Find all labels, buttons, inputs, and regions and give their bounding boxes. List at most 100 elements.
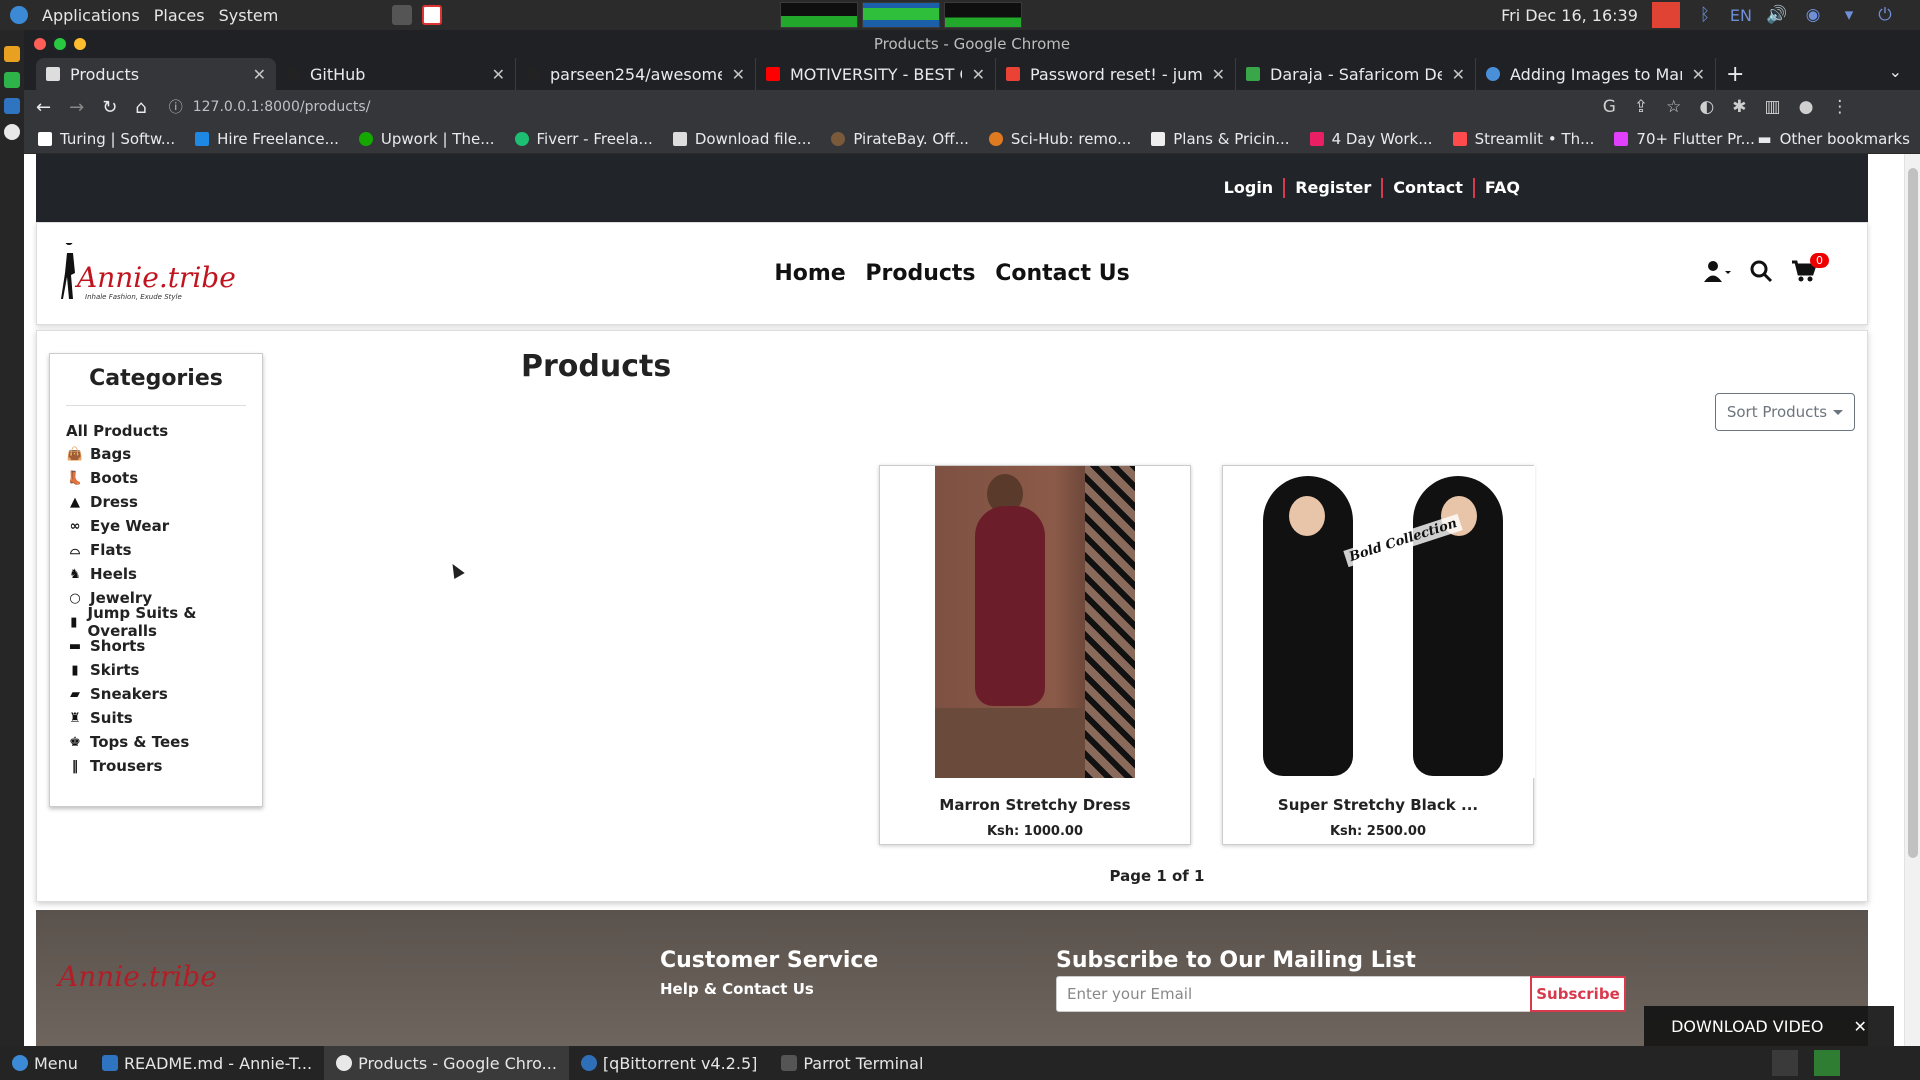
close-tab-icon[interactable]: ✕ [1452,65,1465,84]
anydesk-tray-icon[interactable] [1651,2,1680,28]
browser-menu-icon[interactable]: ⋮ [1831,97,1848,117]
cart-icon[interactable]: 0 [1791,253,1829,289]
tab-markdown-images[interactable]: Adding Images to Markd ✕ [1476,58,1716,90]
tab-daraja[interactable]: Daraja - Safaricom Devel ✕ [1236,58,1476,90]
help-contact-link[interactable]: Help & Contact Us [660,980,814,998]
close-tab-icon[interactable]: ✕ [972,65,985,84]
profile-avatar-icon[interactable]: ● [1799,97,1814,117]
pycharm-icon[interactable] [4,72,20,88]
close-window-icon[interactable] [34,38,46,50]
taskbar-item-qbittorrent[interactable]: [qBittorrent v4.2.5] [569,1046,769,1080]
side-panel-icon[interactable]: ▥ [1765,97,1781,117]
category-all-products[interactable]: All Products [66,422,246,440]
product-image[interactable] [935,466,1135,778]
reload-icon[interactable]: ↻ [102,97,117,118]
other-bookmarks[interactable]: ▬ Other bookmarks [1757,130,1910,148]
page-scrollbar[interactable] [1904,154,1920,1046]
bookmark-streamlit[interactable]: Streamlit • Th... [1452,130,1594,148]
close-tab-icon[interactable]: ✕ [1692,65,1705,84]
chrome-icon[interactable] [4,124,20,140]
category-suits[interactable]: ♜ Suits [66,706,246,730]
category-tops-tees[interactable]: ♚ Tops & Tees [66,730,246,754]
taskbar-item-vscode[interactable]: README.md - Annie-T... [90,1046,324,1080]
menu-places[interactable]: Places [154,6,205,25]
workspace-2-icon[interactable] [1814,1050,1840,1076]
new-tab-icon[interactable]: + [1726,62,1744,87]
url-text[interactable]: 127.0.0.1:8000/products/ [193,99,371,115]
nav-contact-us[interactable]: Contact Us [995,261,1129,286]
taskbar-item-terminal[interactable]: Parrot Terminal [769,1046,935,1080]
taskbar-menu[interactable]: Menu [0,1046,90,1080]
tab-awesome-repo[interactable]: parseen254/awesome-ru ✕ [516,58,756,90]
nav-home[interactable]: Home [774,261,845,286]
scrollbar-thumb[interactable] [1908,168,1918,858]
back-icon[interactable]: ← [36,97,51,118]
power-icon[interactable]: ⏻ [1874,5,1896,25]
contact-link[interactable]: Contact [1381,178,1473,198]
bluetooth-icon[interactable]: ᛒ [1694,5,1716,25]
register-link[interactable]: Register [1283,178,1381,198]
parrot-os-logo-icon[interactable] [10,6,28,24]
download-video-label[interactable]: DOWNLOAD VIDEO [1671,1017,1823,1036]
footer-logo[interactable]: Annie.tribe [58,960,217,993]
product-card[interactable]: Marron Stretchy Dress Ksh: 1000.00 [879,465,1191,845]
category-dress[interactable]: ▲ Dress [66,490,246,514]
bookmark-hire-freelance[interactable]: Hire Freelance... [195,130,339,148]
keyboard-layout[interactable]: EN [1730,6,1752,25]
bookmark-4-day-work[interactable]: 4 Day Work... [1309,130,1433,148]
close-tab-icon[interactable]: ✕ [492,65,505,84]
wifi-icon[interactable]: ▾ [1838,5,1860,25]
close-icon[interactable]: ✕ [1854,1017,1867,1036]
close-tab-icon[interactable]: ✕ [732,65,745,84]
bookmark-scihub[interactable]: Sci-Hub: remo... [988,130,1131,148]
bookmark-fiverr[interactable]: Fiverr - Freela... [514,130,653,148]
nav-products[interactable]: Products [865,261,975,286]
category-heels[interactable]: ♞ Heels [66,562,246,586]
terminal-launcher-icon[interactable] [392,5,413,25]
category-skirts[interactable]: ▮ Skirts [66,658,246,682]
category-bags[interactable]: 👜 Bags [66,442,246,466]
tab-github[interactable]: GitHub ✕ [276,58,516,90]
home-icon[interactable]: ⌂ [135,97,146,118]
category-eye-wear[interactable]: ∞ Eye Wear [66,514,246,538]
sort-products-dropdown[interactable]: Sort Products [1715,393,1855,431]
forward-icon[interactable]: → [69,97,84,118]
bookmark-piratebay[interactable]: PirateBay. Off... [831,130,969,148]
text-editor-launcher-icon[interactable] [422,5,443,25]
tab-gmail[interactable]: Password reset! - jumaa ✕ [996,58,1236,90]
bookmark-star-icon[interactable]: ☆ [1666,97,1681,117]
search-icon[interactable] [1749,259,1773,289]
category-flats[interactable]: ⌓ Flats [66,538,246,562]
extensions-puzzle-icon[interactable]: ✱ [1732,97,1746,117]
tab-products[interactable]: Products ✕ [36,58,276,90]
minimize-window-icon[interactable] [74,38,86,50]
category-jump-suits[interactable]: ▮ Jump Suits & Overalls [66,604,246,640]
faq-link[interactable]: FAQ [1472,178,1530,198]
category-boots[interactable]: 👢 Boots [66,466,246,490]
bookmark-plans-pricing[interactable]: Plans & Pricin... [1151,130,1290,148]
user-dropdown-icon[interactable] [1703,259,1731,289]
extension-icon[interactable]: ◐ [1699,97,1714,117]
product-name[interactable]: Marron Stretchy Dress [880,796,1190,814]
bookmark-download-file[interactable]: Download file... [672,130,811,148]
email-input[interactable]: Enter your Email [1056,976,1534,1012]
login-link[interactable]: Login [1214,178,1284,198]
bookmark-upwork[interactable]: Upwork | The... [358,130,495,148]
product-image[interactable]: Bold Collection [1223,466,1535,778]
close-tab-icon[interactable]: ✕ [253,65,266,84]
category-trousers[interactable]: ‖ Trousers [66,754,246,778]
clock[interactable]: Fri Dec 16, 16:39 [1501,6,1638,25]
download-video-overlay[interactable]: DOWNLOAD VIDEO ✕ [1644,1006,1894,1046]
site-info-icon[interactable]: ⓘ [169,97,183,117]
tab-search-icon[interactable]: ⌄ [1889,62,1902,81]
taskbar-item-chrome[interactable]: Products - Google Chro... [324,1046,569,1080]
close-tab-icon[interactable]: ✕ [1212,65,1225,84]
bookmark-turing[interactable]: Turing | Softw... [38,130,175,148]
bookmark-flutter[interactable]: 70+ Flutter Pr... [1614,130,1755,148]
category-sneakers[interactable]: ▰ Sneakers [66,682,246,706]
share-icon[interactable]: ⇪ [1634,97,1648,117]
address-bar[interactable]: ⓘ 127.0.0.1:8000/products/ [164,93,1585,121]
volume-icon[interactable]: 🔊 [1766,5,1788,25]
menu-applications[interactable]: Applications [42,6,140,25]
qbittorrent-tray-icon[interactable]: ◉ [1802,5,1824,25]
